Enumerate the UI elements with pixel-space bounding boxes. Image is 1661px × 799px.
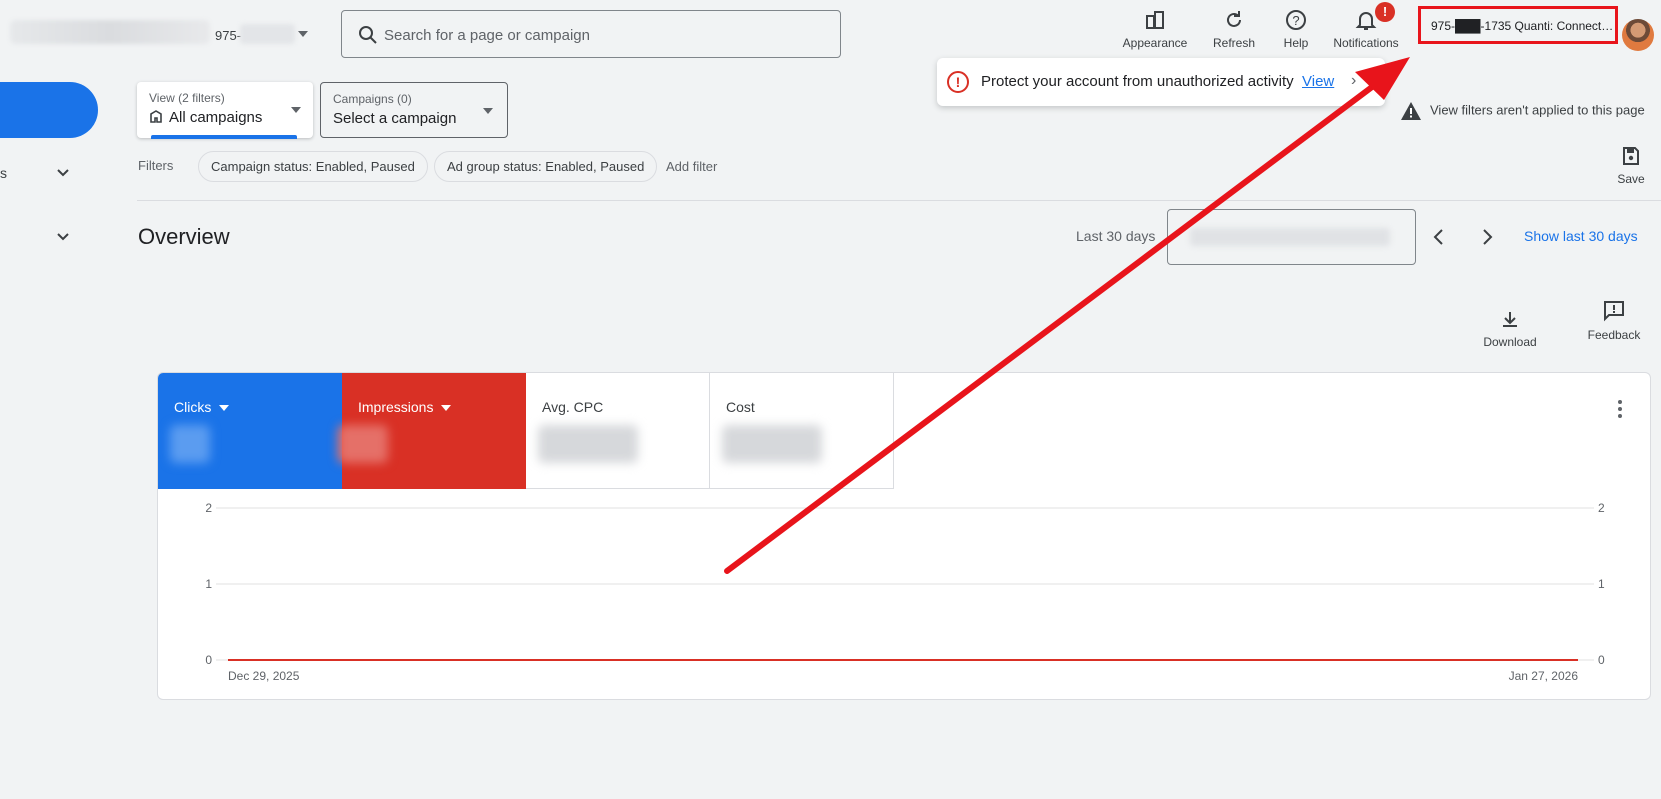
date-range-redacted (1190, 228, 1390, 246)
search-input[interactable] (384, 23, 824, 47)
campaign-selector[interactable]: Campaigns (0) Select a campaign (320, 82, 508, 138)
notification-badge: ! (1375, 2, 1395, 22)
x-tick-label: Jan 27, 2026 (1509, 669, 1579, 683)
view-selector[interactable]: View (2 filters) All campaigns (137, 82, 313, 139)
top-bar: 975- Appearance Refresh ? Help ! Notific… (0, 0, 1661, 64)
chevron-left-icon[interactable] (1429, 226, 1449, 248)
date-range-label: Last 30 days (1076, 228, 1156, 244)
appearance-icon (1146, 11, 1164, 29)
download-button[interactable]: Download (1478, 309, 1542, 349)
chevron-right-icon[interactable]: › (1351, 72, 1356, 90)
download-label: Download (1483, 335, 1537, 349)
chevron-right-icon[interactable] (1477, 226, 1497, 248)
refresh-label: Refresh (1212, 36, 1256, 50)
y-tick-label-right: 2 (1598, 501, 1605, 515)
feedback-icon (1604, 301, 1624, 322)
toast-message: Protect your account from unauthorized a… (981, 73, 1294, 90)
view-selected: All campaigns (149, 109, 262, 126)
account-number: 975- (215, 28, 242, 43)
account-name-redacted (10, 20, 210, 44)
download-icon (1503, 312, 1517, 327)
notifications-label: Notifications (1333, 36, 1399, 50)
error-icon: ! (947, 71, 969, 93)
account-dropdown-icon[interactable] (298, 31, 308, 37)
notifications-button[interactable]: ! Notifications (1328, 2, 1404, 58)
sidebar-item-label: s (0, 165, 7, 181)
svg-text:?: ? (1292, 13, 1299, 28)
help-button[interactable]: ? Help (1276, 8, 1316, 58)
filters-warning: View filters aren't applied to this page (1400, 101, 1645, 121)
page-title: Overview (138, 224, 230, 249)
view-active-indicator (151, 135, 297, 139)
filters-label: Filters (138, 158, 174, 173)
performance-card: Clicks Impressions Avg. CPC Cost 012012D… (157, 372, 1651, 700)
search-icon (359, 26, 377, 44)
refresh-icon (1227, 11, 1241, 27)
refresh-button[interactable]: Refresh (1204, 8, 1264, 58)
view-filter-count: View (2 filters) (149, 91, 225, 105)
create-button[interactable] (0, 82, 98, 138)
save-icon (1623, 147, 1639, 165)
campaigns-count: Campaigns (0) (333, 92, 412, 106)
feedback-label: Feedback (1587, 328, 1641, 342)
search-box[interactable] (341, 10, 841, 58)
account-number-redacted (240, 24, 295, 44)
security-toast: ! Protect your account from unauthorized… (937, 58, 1385, 106)
toast-view-link[interactable]: View (1302, 73, 1334, 90)
performance-chart: 0 1 2 0 1 2 Dec 29, 2025 Jan 27, 2026 (205, 501, 1605, 683)
y-tick-label-left: 0 (205, 653, 212, 667)
filter-chip-ad-group-status[interactable]: Ad group status: Enabled, Paused (434, 151, 658, 182)
y-tick-label-right: 0 (1598, 653, 1605, 667)
building-icon (150, 110, 162, 123)
date-range-picker[interactable] (1167, 209, 1416, 265)
appearance-button[interactable]: Appearance (1120, 8, 1190, 58)
y-tick-label-left: 2 (205, 501, 212, 515)
help-icon: ? (1286, 10, 1306, 30)
campaign-dropdown-icon (483, 108, 493, 114)
account-selector[interactable]: 975-███-1735 Quanti: Connect… (1418, 6, 1618, 44)
x-tick-label: Dec 29, 2025 (228, 669, 300, 683)
show-last-30-days-link[interactable]: Show last 30 days (1524, 228, 1638, 244)
save-label: Save (1617, 172, 1645, 186)
warning-text: View filters aren't applied to this page (1430, 102, 1645, 118)
warning-icon (1401, 102, 1421, 120)
view-selected-label: All campaigns (169, 109, 263, 126)
chevron-down-icon[interactable] (56, 230, 70, 244)
y-tick-label-left: 1 (205, 577, 212, 591)
appearance-label: Appearance (1122, 36, 1188, 50)
save-button[interactable]: Save (1614, 146, 1648, 186)
y-tick-label-right: 1 (1598, 577, 1605, 591)
help-label: Help (1283, 36, 1309, 50)
add-filter-button[interactable]: Add filter (666, 159, 717, 174)
filter-chip-campaign-status[interactable]: Campaign status: Enabled, Paused (198, 151, 428, 182)
chevron-down-icon[interactable] (56, 166, 70, 180)
divider (137, 200, 1661, 201)
feedback-button[interactable]: Feedback (1582, 300, 1646, 342)
campaign-selected: Select a campaign (333, 110, 457, 127)
avatar[interactable] (1622, 19, 1654, 51)
view-dropdown-icon (291, 107, 301, 113)
